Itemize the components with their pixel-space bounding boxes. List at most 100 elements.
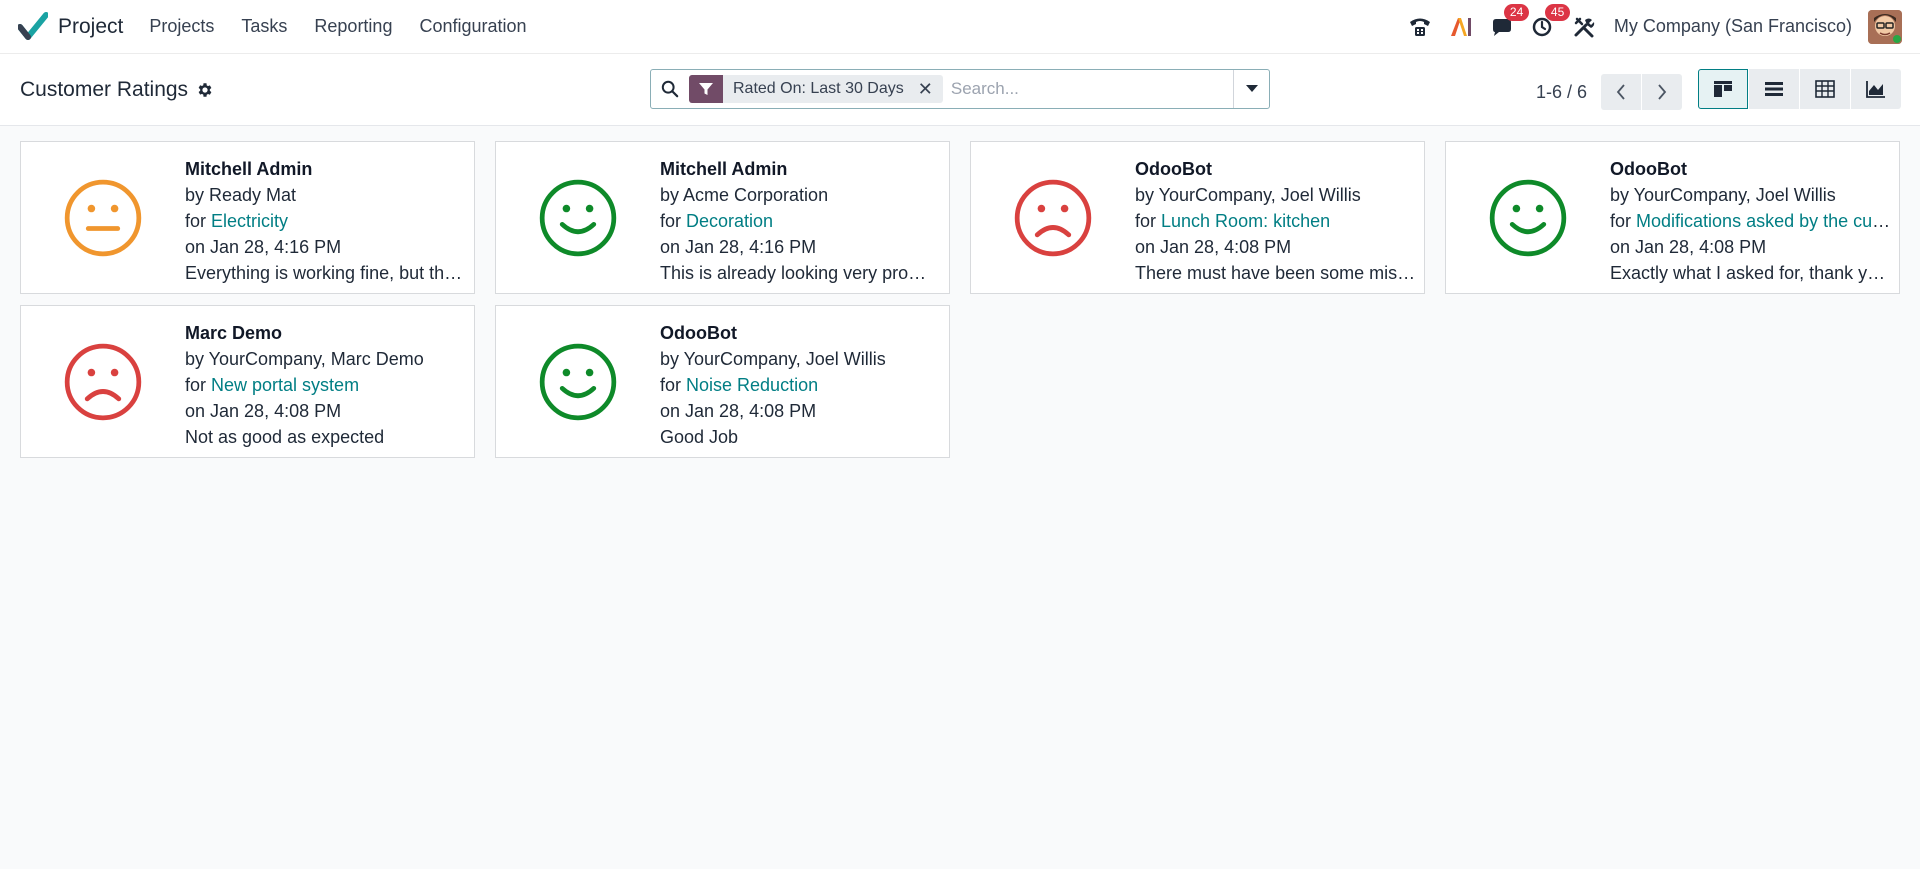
control-panel: Customer Ratings Rated On: Last 30 Days … xyxy=(0,54,1920,126)
task-link[interactable]: New portal system xyxy=(211,375,359,395)
rating-feedback: Good Job xyxy=(660,427,739,447)
rated-for: for Modifications asked by the cus... xyxy=(1610,208,1891,234)
rating-face xyxy=(21,306,185,457)
rating-card[interactable]: Mitchell Admin by Ready Mat for Electric… xyxy=(20,141,475,294)
rating-card-body: Mitchell Admin by Acme Corporation for D… xyxy=(660,142,949,293)
rating-feedback: There must have been some misc... xyxy=(1135,263,1416,283)
phone-icon[interactable] xyxy=(1406,13,1434,41)
top-navbar: Project Projects Tasks Reporting Configu… xyxy=(0,0,1920,54)
filter-icon xyxy=(689,75,723,103)
gear-icon[interactable] xyxy=(196,81,214,99)
for-prefix: for xyxy=(185,375,212,395)
rating-date: on Jan 28, 4:08 PM xyxy=(660,401,817,421)
page-title: Customer Ratings xyxy=(20,77,189,101)
rated-for: for Decoration xyxy=(660,208,941,234)
task-link[interactable]: Decoration xyxy=(686,211,773,231)
rating-feedback: This is already looking very promis... xyxy=(660,263,941,283)
rating-date: on Jan 28, 4:08 PM xyxy=(185,401,342,421)
activities-badge: 45 xyxy=(1544,3,1571,21)
rating-face xyxy=(496,142,660,293)
rating-card[interactable]: Marc Demo by YourCompany, Marc Demo for … xyxy=(20,305,475,458)
task-link[interactable]: Lunch Room: kitchen xyxy=(1161,211,1330,231)
rating-feedback: Not as good as expected xyxy=(185,427,385,447)
rated-by: by YourCompany, Joel Willis xyxy=(1610,185,1836,205)
view-switcher xyxy=(1698,69,1901,109)
task-link[interactable]: Noise Reduction xyxy=(686,375,818,395)
good-smiley-icon xyxy=(539,179,617,256)
menu-reporting[interactable]: Reporting xyxy=(314,16,392,37)
search-icon[interactable] xyxy=(651,80,689,98)
rating-card-body: OdooBot by YourCompany, Joel Willis for … xyxy=(660,306,949,457)
project-logo-icon xyxy=(18,11,48,40)
for-prefix: for xyxy=(1135,211,1162,231)
systray: 24 45 My Company (San Francisco) xyxy=(1393,3,1902,44)
rated-by: by YourCompany, Joel Willis xyxy=(660,349,886,369)
kanban-view-icon[interactable] xyxy=(1698,69,1748,109)
search-options-caret-down-icon[interactable] xyxy=(1233,70,1269,108)
menu-configuration[interactable]: Configuration xyxy=(419,16,526,37)
rating-feedback: Exactly what I asked for, thank you! xyxy=(1610,263,1891,283)
rated-partner: OdooBot xyxy=(1610,159,1687,179)
app-name: Project xyxy=(58,14,124,38)
for-prefix: for xyxy=(660,375,687,395)
rating-card-body: Mitchell Admin by Ready Mat for Electric… xyxy=(185,142,474,293)
rating-card[interactable]: OdooBot by YourCompany, Joel Willis for … xyxy=(1445,141,1900,294)
rated-by: by Ready Mat xyxy=(185,185,297,205)
for-prefix: for xyxy=(660,211,687,231)
user-avatar[interactable] xyxy=(1868,9,1902,44)
pager: 1-6 / 6 xyxy=(1536,74,1683,110)
rated-for: for Noise Reduction xyxy=(660,372,941,398)
pager-next-chevron-right-icon[interactable] xyxy=(1642,74,1683,110)
remove-filter-close-icon[interactable]: ✕ xyxy=(918,79,943,100)
messages-badge: 24 xyxy=(1503,3,1530,21)
debug-tools-icon[interactable] xyxy=(1570,13,1598,41)
main-menu: Projects Tasks Reporting Configuration xyxy=(149,16,553,37)
rating-card-body: OdooBot by YourCompany, Joel Willis for … xyxy=(1610,142,1899,293)
for-prefix: for xyxy=(1610,211,1637,231)
rated-partner: Marc Demo xyxy=(185,323,283,343)
rating-date: on Jan 28, 4:08 PM xyxy=(1135,237,1292,257)
rating-card-body: Marc Demo by YourCompany, Marc Demo for … xyxy=(185,306,474,457)
app-brand[interactable]: Project xyxy=(18,11,149,42)
rating-date: on Jan 28, 4:08 PM xyxy=(1610,237,1767,257)
for-prefix: for xyxy=(185,211,212,231)
neutral-smiley-icon xyxy=(64,179,142,256)
pager-previous-chevron-left-icon[interactable] xyxy=(1601,74,1642,110)
rated-by: by Acme Corporation xyxy=(660,185,829,205)
rating-feedback: Everything is working fine, but the... xyxy=(185,263,466,283)
ratings-kanban: Mitchell Admin by Ready Mat for Electric… xyxy=(0,126,1920,458)
rated-for: for Electricity xyxy=(185,208,466,234)
rated-by: by YourCompany, Joel Willis xyxy=(1135,185,1361,205)
rating-card[interactable]: OdooBot by YourCompany, Joel Willis for … xyxy=(495,305,950,458)
rated-for: for Lunch Room: kitchen xyxy=(1135,208,1416,234)
rating-face xyxy=(1446,142,1610,293)
ai-icon[interactable] xyxy=(1447,13,1475,41)
pivot-view-icon[interactable] xyxy=(1800,69,1850,109)
rated-partner: Mitchell Admin xyxy=(185,159,313,179)
activities-clock-icon[interactable]: 45 xyxy=(1529,3,1571,41)
rating-card-body: OdooBot by YourCompany, Joel Willis for … xyxy=(1135,142,1424,293)
company-switcher[interactable]: My Company (San Francisco) xyxy=(1614,16,1852,37)
rating-card[interactable]: Mitchell Admin by Acme Corporation for D… xyxy=(495,141,950,294)
good-smiley-icon xyxy=(1489,179,1567,256)
list-view-icon[interactable] xyxy=(1749,69,1799,109)
task-link[interactable]: Modifications asked by the cus... xyxy=(1636,211,1891,231)
task-link[interactable]: Electricity xyxy=(211,211,288,231)
rated-partner: Mitchell Admin xyxy=(660,159,788,179)
filter-facet-label: Rated On: Last 30 Days xyxy=(733,80,904,97)
graph-view-icon[interactable] xyxy=(1851,69,1901,109)
rated-for: for New portal system xyxy=(185,372,466,398)
search-input[interactable] xyxy=(946,71,1233,107)
rated-partner: OdooBot xyxy=(660,323,737,343)
search-bar: Rated On: Last 30 Days ✕ xyxy=(650,69,1270,109)
menu-tasks[interactable]: Tasks xyxy=(241,16,287,37)
rating-date: on Jan 28, 4:16 PM xyxy=(185,237,342,257)
menu-projects[interactable]: Projects xyxy=(149,16,214,37)
rating-face xyxy=(971,142,1135,293)
good-smiley-icon xyxy=(539,343,617,420)
rated-partner: OdooBot xyxy=(1135,159,1212,179)
bad-smiley-icon xyxy=(1014,179,1092,256)
rating-card[interactable]: OdooBot by YourCompany, Joel Willis for … xyxy=(970,141,1425,294)
messages-icon[interactable]: 24 xyxy=(1488,3,1530,41)
pager-value[interactable]: 1-6 / 6 xyxy=(1536,82,1587,103)
